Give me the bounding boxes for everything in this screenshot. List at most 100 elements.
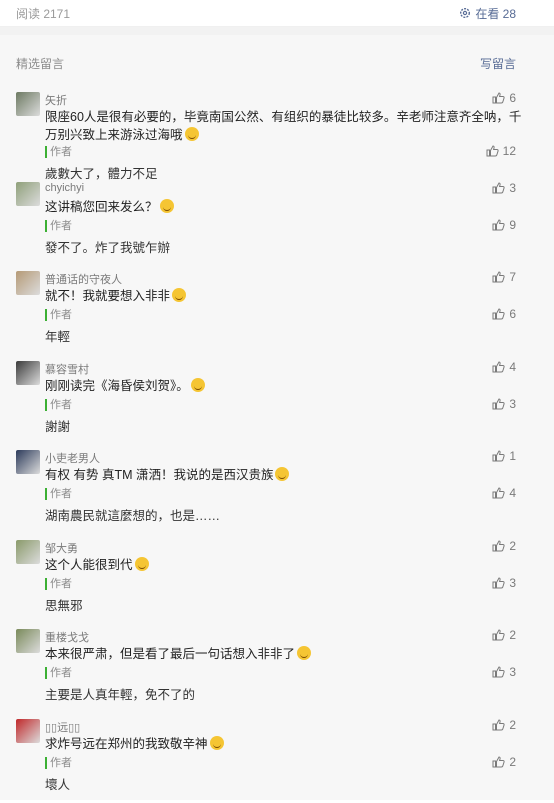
comment-text: 有权 有势 真TM 潇洒！我说的是西汉贵族: [45, 466, 523, 484]
reply-like-count: 6: [509, 307, 516, 321]
watching-button[interactable]: 在看 28: [459, 5, 516, 22]
avatar[interactable]: [16, 361, 40, 385]
like-count: 2: [509, 718, 516, 732]
comment-nickname[interactable]: 慕容雪村: [45, 361, 89, 377]
comment-like-button[interactable]: 3: [492, 181, 516, 195]
like-count: 7: [509, 270, 516, 284]
comment-list: 矢折限座60人是很有必要的，毕竟南国公然、有组织的暴徒比较多。辛老师注意齐全呐，…: [0, 87, 554, 803]
reply-like-button[interactable]: 2: [492, 755, 516, 769]
reply-text: 謝謝: [45, 419, 72, 435]
thumbs-up-icon: [492, 629, 505, 641]
reply-like-button[interactable]: 3: [492, 576, 516, 590]
comment-item: 普通话的守夜人就不！我就要想入非非 7 作者年輕 6: [0, 266, 554, 356]
thumbs-up-icon: [486, 145, 499, 157]
comment-nickname[interactable]: 邹大勇: [45, 540, 78, 556]
thumbs-up-icon: [492, 182, 505, 194]
reply-like-count: 3: [509, 665, 516, 679]
like-count: 2: [509, 539, 516, 553]
author-tag: 作者: [45, 578, 72, 590]
reply-like-count: 3: [509, 397, 516, 411]
reply-text: 思無邪: [45, 598, 83, 614]
read-count: 阅读 2171: [16, 5, 70, 22]
comment-like-button[interactable]: 7: [492, 270, 516, 284]
author-tag: 作者: [45, 399, 72, 411]
reply-like-button[interactable]: 6: [492, 307, 516, 321]
comment-nickname[interactable]: 小吏老男人: [45, 450, 100, 466]
avatar[interactable]: [16, 92, 40, 116]
reply-like-button[interactable]: 3: [492, 665, 516, 679]
thumbs-up-icon: [492, 361, 505, 373]
comment-text-content: 本来很严肃，但是看了最后一句话想入非非了: [45, 647, 295, 661]
comment-text: 就不！我就要想入非非: [45, 287, 523, 305]
thumbs-up-icon: [492, 577, 505, 589]
author-reply: 作者年輕: [45, 305, 72, 345]
write-comment-button[interactable]: 写留言: [480, 55, 516, 72]
author-reply: 作者壞人: [45, 753, 72, 793]
comment-like-button[interactable]: 1: [492, 449, 516, 463]
like-count: 1: [509, 449, 516, 463]
author-tag: 作者: [45, 757, 72, 769]
comment-like-button[interactable]: 2: [492, 718, 516, 732]
avatar[interactable]: [16, 719, 40, 743]
article-stats-bar: 阅读 2171 在看 28: [0, 0, 554, 27]
like-count: 3: [509, 181, 516, 195]
comment-text: 这讲稿您回来发么？: [45, 198, 523, 216]
comments-section: 精选留言 写留言 矢折限座60人是很有必要的，毕竟南国公然、有组织的暴徒比较多。…: [0, 35, 554, 800]
comment-nickname[interactable]: 重楼戈戈: [45, 629, 89, 645]
reply-like-count: 12: [503, 144, 516, 158]
divider: [0, 27, 554, 35]
comment-nickname[interactable]: chyichyi: [45, 182, 84, 194]
avatar[interactable]: [16, 450, 40, 474]
comment-nickname[interactable]: ▯▯远▯▯: [45, 719, 80, 735]
reply-like-button[interactable]: 9: [492, 218, 516, 232]
comment-text: 限座60人是很有必要的，毕竟南国公然、有组织的暴徒比较多。辛老师注意齐全呐，千万…: [45, 108, 523, 144]
comment-text-content: 刚刚读完《海昏侯刘贺》。: [45, 379, 189, 393]
comment-text-content: 限座60人是很有必要的，毕竟南国公然、有组织的暴徒比较多。辛老师注意齐全呐，千万…: [45, 110, 521, 142]
reply-text: 湖南農民就這麼想的，也是……: [45, 508, 220, 524]
comment-like-button[interactable]: 2: [492, 628, 516, 642]
author-reply: 作者發不了。炸了我號乍辦: [45, 216, 170, 256]
thumbs-up-icon: [492, 450, 505, 462]
emoji-icon: [297, 646, 311, 660]
emoji-icon: [275, 467, 289, 481]
emoji-icon: [185, 127, 199, 141]
author-reply: 作者謝謝: [45, 395, 72, 435]
reply-like-count: 4: [509, 486, 516, 500]
comment-nickname[interactable]: 矢折: [45, 92, 67, 108]
reply-like-button[interactable]: 12: [486, 144, 516, 158]
avatar[interactable]: [16, 182, 40, 206]
comment-like-button[interactable]: 2: [492, 539, 516, 553]
comment-item: chyichyi 这讲稿您回来发么？ 3 作者發不了。炸了我號乍辦 9: [0, 177, 554, 267]
author-tag: 作者: [45, 309, 72, 321]
comment-item: 重楼戈戈本来很严肃，但是看了最后一句话想入非非了 2 作者主要是人真年輕，免不了的 3: [0, 624, 554, 714]
author-tag: 作者: [45, 146, 72, 158]
avatar[interactable]: [16, 271, 40, 295]
author-tag: 作者: [45, 220, 72, 232]
avatar[interactable]: [16, 629, 40, 653]
author-reply: 作者思無邪: [45, 574, 83, 614]
section-title: 精选留言: [16, 55, 64, 72]
thumbs-up-icon: [492, 666, 505, 678]
reply-text: 年輕: [45, 329, 72, 345]
avatar[interactable]: [16, 540, 40, 564]
reply-text: 壞人: [45, 777, 72, 793]
reply-text: 主要是人真年輕，免不了的: [45, 687, 195, 703]
thumbs-up-icon: [492, 398, 505, 410]
comment-text-content: 求炸号远在郑州的我致敬辛神: [45, 737, 208, 751]
comment-text: 求炸号远在郑州的我致敬辛神: [45, 735, 523, 753]
comment-like-button[interactable]: 4: [492, 360, 516, 374]
comment-text-content: 就不！我就要想入非非: [45, 289, 170, 303]
thumbs-up-icon: [492, 308, 505, 320]
reply-like-button[interactable]: 3: [492, 397, 516, 411]
comment-text-content: 这讲稿您回来发么？: [45, 200, 158, 214]
reply-like-button[interactable]: 4: [492, 486, 516, 500]
emoji-icon: [160, 199, 174, 213]
comment-like-button[interactable]: 6: [492, 91, 516, 105]
reply-text: 發不了。炸了我號乍辦: [45, 240, 170, 256]
emoji-icon: [210, 736, 224, 750]
author-reply: 作者主要是人真年輕，免不了的: [45, 663, 195, 703]
emoji-icon: [135, 557, 149, 571]
comment-text: 刚刚读完《海昏侯刘贺》。: [45, 377, 523, 395]
thumbs-up-icon: [492, 756, 505, 768]
comment-nickname[interactable]: 普通话的守夜人: [45, 271, 122, 287]
